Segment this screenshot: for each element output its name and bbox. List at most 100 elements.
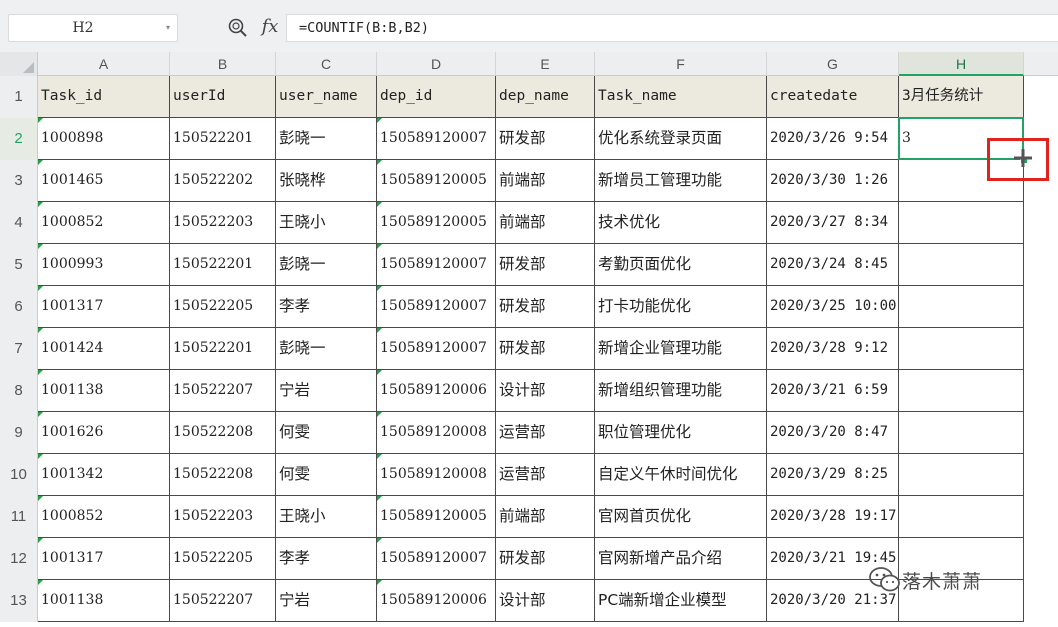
cell-g5[interactable]: 2020/3/24 8:45 (767, 244, 899, 286)
cell-c2[interactable]: 彭晓一 (276, 118, 377, 160)
cell-c11[interactable]: 王晓小 (276, 496, 377, 538)
cell-c13[interactable]: 宁岩 (276, 580, 377, 622)
cell-d13[interactable]: 150589120006 (377, 580, 496, 622)
column-header-d[interactable]: D (377, 52, 496, 76)
cell-b8[interactable]: 150522207 (170, 370, 276, 412)
cell-b2[interactable]: 150522201 (170, 118, 276, 160)
cell-b5[interactable]: 150522201 (170, 244, 276, 286)
cell-f9[interactable]: 职位管理优化 (595, 412, 767, 454)
cell-g11[interactable]: 2020/3/28 19:17 (767, 496, 899, 538)
cell-b4[interactable]: 150522203 (170, 202, 276, 244)
cell-c6[interactable]: 李孝 (276, 286, 377, 328)
cell-d12[interactable]: 150589120007 (377, 538, 496, 580)
cell-c9[interactable]: 何雯 (276, 412, 377, 454)
cell-c12[interactable]: 李孝 (276, 538, 377, 580)
cell-h8[interactable] (899, 370, 1024, 412)
cell-g10[interactable]: 2020/3/29 8:25 (767, 454, 899, 496)
cell-e7[interactable]: 研发部 (496, 328, 595, 370)
row-header-9[interactable]: 9 (0, 412, 38, 454)
cell-a4[interactable]: 1000852 (38, 202, 170, 244)
row-header-7[interactable]: 7 (0, 328, 38, 370)
select-all-corner[interactable] (0, 52, 38, 76)
cell-b6[interactable]: 150522205 (170, 286, 276, 328)
cell-d4[interactable]: 150589120005 (377, 202, 496, 244)
cell-h7[interactable] (899, 328, 1024, 370)
cell-g2[interactable]: 2020/3/26 9:54 (767, 118, 899, 160)
cell-b7[interactable]: 150522201 (170, 328, 276, 370)
column-header-e[interactable]: E (496, 52, 595, 76)
row-header-5[interactable]: 5 (0, 244, 38, 286)
cell-g4[interactable]: 2020/3/27 8:34 (767, 202, 899, 244)
cell-h11[interactable] (899, 496, 1024, 538)
column-header-h[interactable]: H (899, 52, 1024, 76)
cell-h6[interactable] (899, 286, 1024, 328)
cell-b10[interactable]: 150522208 (170, 454, 276, 496)
header-cell-g[interactable]: createdate (767, 76, 899, 118)
cell-a9[interactable]: 1001626 (38, 412, 170, 454)
row-header-12[interactable]: 12 (0, 538, 38, 580)
header-cell-h[interactable]: 3月任务统计 (899, 76, 1024, 118)
cell-a6[interactable]: 1001317 (38, 286, 170, 328)
name-box-dropdown-icon[interactable]: ▾ (162, 15, 174, 41)
cell-b13[interactable]: 150522207 (170, 580, 276, 622)
cell-b3[interactable]: 150522202 (170, 160, 276, 202)
cell-c5[interactable]: 彭晓一 (276, 244, 377, 286)
row-header-3[interactable]: 3 (0, 160, 38, 202)
cell-f4[interactable]: 技术优化 (595, 202, 767, 244)
cell-e13[interactable]: 设计部 (496, 580, 595, 622)
cell-d11[interactable]: 150589120005 (377, 496, 496, 538)
cell-f10[interactable]: 自定义午休时间优化 (595, 454, 767, 496)
cell-c7[interactable]: 彭晓一 (276, 328, 377, 370)
cell-d6[interactable]: 150589120007 (377, 286, 496, 328)
row-header-2[interactable]: 2 (0, 118, 38, 160)
cell-c3[interactable]: 张晓桦 (276, 160, 377, 202)
row-header-4[interactable]: 4 (0, 202, 38, 244)
cell-g3[interactable]: 2020/3/30 1:26 (767, 160, 899, 202)
row-header-13[interactable]: 13 (0, 580, 38, 622)
column-header-c[interactable]: C (276, 52, 377, 76)
row-header-6[interactable]: 6 (0, 286, 38, 328)
cell-a8[interactable]: 1001138 (38, 370, 170, 412)
cell-a3[interactable]: 1001465 (38, 160, 170, 202)
cell-f5[interactable]: 考勤页面优化 (595, 244, 767, 286)
header-cell-a[interactable]: Task_id (38, 76, 170, 118)
row-header-8[interactable]: 8 (0, 370, 38, 412)
name-box[interactable]: H2 ▾ (8, 14, 178, 42)
cell-c4[interactable]: 王晓小 (276, 202, 377, 244)
cell-c8[interactable]: 宁岩 (276, 370, 377, 412)
header-cell-d[interactable]: dep_id (377, 76, 496, 118)
cell-a7[interactable]: 1001424 (38, 328, 170, 370)
header-cell-f[interactable]: Task_name (595, 76, 767, 118)
cell-e12[interactable]: 研发部 (496, 538, 595, 580)
cell-g8[interactable]: 2020/3/21 6:59 (767, 370, 899, 412)
header-cell-b[interactable]: userId (170, 76, 276, 118)
row-header-11[interactable]: 11 (0, 496, 38, 538)
cell-e9[interactable]: 运营部 (496, 412, 595, 454)
cell-e2[interactable]: 研发部 (496, 118, 595, 160)
cell-d5[interactable]: 150589120007 (377, 244, 496, 286)
cell-a13[interactable]: 1001138 (38, 580, 170, 622)
cell-e11[interactable]: 前端部 (496, 496, 595, 538)
cell-b12[interactable]: 150522205 (170, 538, 276, 580)
row-header-10[interactable]: 10 (0, 454, 38, 496)
cell-h9[interactable] (899, 412, 1024, 454)
cell-f8[interactable]: 新增组织管理功能 (595, 370, 767, 412)
cell-f11[interactable]: 官网首页优化 (595, 496, 767, 538)
cell-f6[interactable]: 打卡功能优化 (595, 286, 767, 328)
cell-g7[interactable]: 2020/3/28 9:12 (767, 328, 899, 370)
cell-d9[interactable]: 150589120008 (377, 412, 496, 454)
cell-g6[interactable]: 2020/3/25 10:00 (767, 286, 899, 328)
cell-a2[interactable]: 1000898 (38, 118, 170, 160)
column-header-b[interactable]: B (170, 52, 276, 76)
cell-f2[interactable]: 优化系统登录页面 (595, 118, 767, 160)
cell-d10[interactable]: 150589120008 (377, 454, 496, 496)
cell-a5[interactable]: 1000993 (38, 244, 170, 286)
cell-e10[interactable]: 运营部 (496, 454, 595, 496)
cell-b9[interactable]: 150522208 (170, 412, 276, 454)
cell-d3[interactable]: 150589120005 (377, 160, 496, 202)
cell-f12[interactable]: 官网新增产品介绍 (595, 538, 767, 580)
cell-a12[interactable]: 1001317 (38, 538, 170, 580)
cell-d7[interactable]: 150589120007 (377, 328, 496, 370)
cell-b11[interactable]: 150522203 (170, 496, 276, 538)
cell-e5[interactable]: 研发部 (496, 244, 595, 286)
